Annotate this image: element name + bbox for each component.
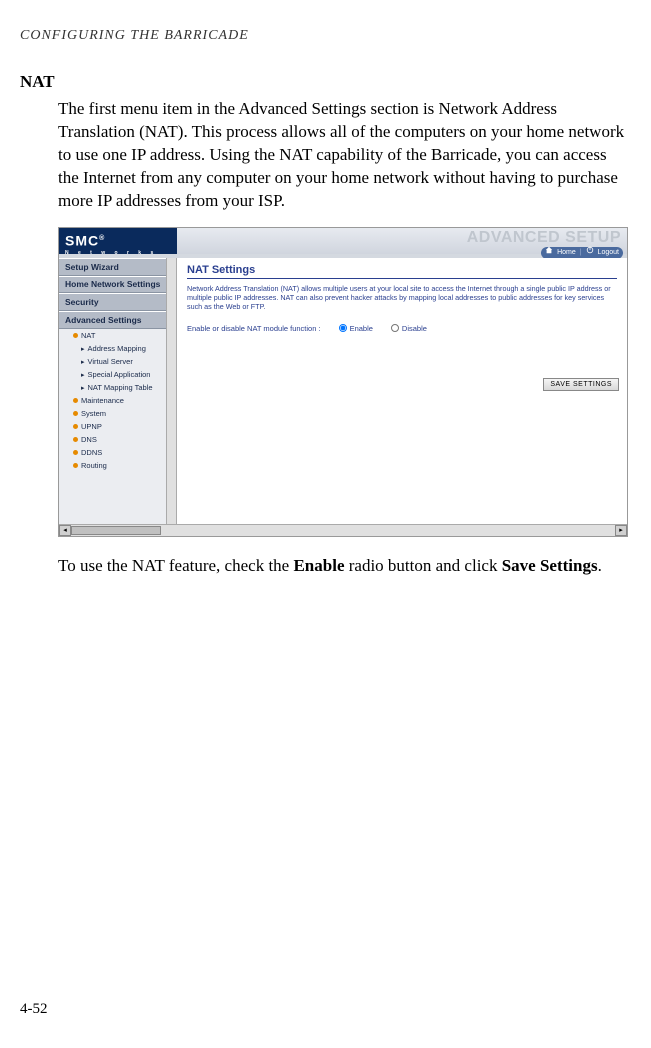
panel-title: NAT Settings xyxy=(187,264,617,279)
logo-registered: ® xyxy=(99,235,105,242)
intro-paragraph: The first menu item in the Advanced Sett… xyxy=(58,98,631,213)
advanced-setup-banner: ADVANCED SETUP xyxy=(467,229,621,247)
sidebar-item-ddns[interactable]: DDNS xyxy=(59,446,176,459)
sidebar-item-special-application[interactable]: ▸Special Application xyxy=(59,368,176,381)
sidebar-label: UPNP xyxy=(81,422,102,431)
smc-logo: SMC® N e t w o r k s xyxy=(59,228,177,254)
para2-pre: To use the NAT feature, check the xyxy=(58,556,293,575)
arrow-icon: ▸ xyxy=(81,345,85,353)
nat-option-row: Enable or disable NAT module function : … xyxy=(187,324,617,333)
sidebar: Setup Wizard Home Network Settings Secur… xyxy=(59,258,177,524)
panel-description: Network Address Translation (NAT) allows… xyxy=(187,284,617,312)
bullet-icon xyxy=(73,450,78,455)
main-panel: NAT Settings Network Address Translation… xyxy=(177,258,627,524)
section-title-nat: NAT xyxy=(20,72,631,92)
sidebar-item-upnp[interactable]: UPNP xyxy=(59,420,176,433)
sidebar-scrollbar[interactable] xyxy=(166,258,177,524)
radio-disable[interactable]: Disable xyxy=(391,324,427,333)
horizontal-scrollbar[interactable]: ◂ ▸ xyxy=(59,524,627,536)
sidebar-item-virtual-server[interactable]: ▸Virtual Server xyxy=(59,355,176,368)
screenshot-nat-settings: SMC® N e t w o r k s ADVANCED SETUP Home… xyxy=(58,227,628,537)
sidebar-item-system[interactable]: System xyxy=(59,407,176,420)
arrow-icon: ▸ xyxy=(81,384,85,392)
bullet-icon xyxy=(73,333,78,338)
sidebar-item-routing[interactable]: Routing xyxy=(59,459,176,472)
page-number: 4-52 xyxy=(20,1001,48,1018)
sidebar-label: Address Mapping xyxy=(88,344,146,353)
radio-enable[interactable]: Enable xyxy=(339,324,373,333)
option-label: Enable or disable NAT module function : xyxy=(187,324,321,333)
scroll-right-arrow-icon[interactable]: ▸ xyxy=(615,525,627,536)
screenshot-header-bar: SMC® N e t w o r k s ADVANCED SETUP Home… xyxy=(59,228,627,254)
sidebar-item-nat-mapping-table[interactable]: ▸NAT Mapping Table xyxy=(59,381,176,394)
radio-enable-label: Enable xyxy=(350,324,373,333)
bullet-icon xyxy=(73,424,78,429)
para2-mid: radio button and click xyxy=(345,556,502,575)
screenshot-body: Setup Wizard Home Network Settings Secur… xyxy=(59,258,627,524)
radio-disable-label: Disable xyxy=(402,324,427,333)
para2-enable: Enable xyxy=(293,556,344,575)
para2-save-settings: Save Settings xyxy=(502,556,598,575)
sidebar-item-advanced-settings[interactable]: Advanced Settings xyxy=(59,311,176,329)
arrow-icon: ▸ xyxy=(81,371,85,379)
scroll-left-arrow-icon[interactable]: ◂ xyxy=(59,525,71,536)
sidebar-label: Virtual Server xyxy=(88,357,133,366)
sidebar-item-security[interactable]: Security xyxy=(59,293,176,311)
sidebar-item-setup-wizard[interactable]: Setup Wizard xyxy=(59,258,176,276)
bullet-icon xyxy=(73,398,78,403)
sidebar-label: NAT Mapping Table xyxy=(88,383,153,392)
bullet-icon xyxy=(73,411,78,416)
sidebar-item-address-mapping[interactable]: ▸Address Mapping xyxy=(59,342,176,355)
sidebar-label: Special Application xyxy=(88,370,151,379)
sidebar-item-dns[interactable]: DNS xyxy=(59,433,176,446)
sidebar-label: Routing xyxy=(81,461,107,470)
save-settings-button[interactable]: SAVE SETTINGS xyxy=(543,378,619,391)
radio-enable-input[interactable] xyxy=(339,324,347,332)
logo-text: SMC xyxy=(65,232,99,248)
sidebar-label: NAT xyxy=(81,331,95,340)
para2-end: . xyxy=(598,556,602,575)
sidebar-label: System xyxy=(81,409,106,418)
sidebar-label: DDNS xyxy=(81,448,102,457)
bullet-icon xyxy=(73,437,78,442)
logo-subtext: N e t w o r k s xyxy=(65,251,177,256)
page-header: CONFIGURING THE BARRICADE xyxy=(20,28,631,44)
scroll-thumb[interactable] xyxy=(71,526,161,535)
sidebar-item-home-network[interactable]: Home Network Settings xyxy=(59,276,176,293)
sidebar-label: Maintenance xyxy=(81,396,124,405)
arrow-icon: ▸ xyxy=(81,358,85,366)
sidebar-item-maintenance[interactable]: Maintenance xyxy=(59,394,176,407)
sidebar-item-nat[interactable]: NAT xyxy=(59,329,176,342)
bullet-icon xyxy=(73,463,78,468)
sidebar-label: DNS xyxy=(81,435,97,444)
instruction-paragraph: To use the NAT feature, check the Enable… xyxy=(58,555,631,578)
radio-disable-input[interactable] xyxy=(391,324,399,332)
